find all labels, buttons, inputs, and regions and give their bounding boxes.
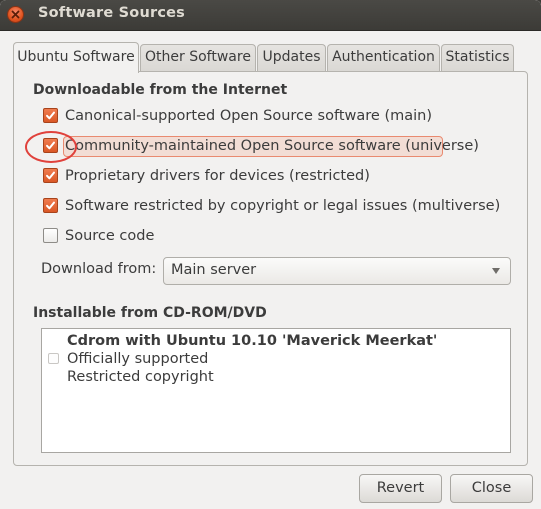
download-from-dropdown[interactable]: Main server <box>163 257 511 285</box>
window-title: Software Sources <box>38 5 185 21</box>
downloadable-heading: Downloadable from the Internet <box>33 82 288 98</box>
source-code-label: Source code <box>65 228 155 244</box>
tab-authentication[interactable]: Authentication <box>327 44 440 71</box>
cdrom-entry-copyright: Restricted copyright <box>67 369 214 385</box>
download-from-label: Download from: <box>41 261 157 277</box>
tab-other-software[interactable]: Other Software <box>140 44 256 71</box>
revert-button[interactable]: Revert <box>359 474 442 503</box>
software-sources-window: Software Sources Ubuntu Software Other S… <box>0 0 541 509</box>
chevron-down-icon <box>492 268 500 274</box>
cdrom-entry-support: Officially supported <box>67 351 209 367</box>
cdrom-heading: Installable from CD-ROM/DVD <box>33 305 267 321</box>
source-restricted-checkbox[interactable] <box>43 168 58 183</box>
source-code-checkbox[interactable] <box>43 228 58 243</box>
check-icon <box>46 201 55 210</box>
download-from-value: Main server <box>171 262 257 278</box>
close-button[interactable]: Close <box>450 474 533 503</box>
source-universe-label: Community-maintained Open Source softwar… <box>65 138 479 154</box>
tab-statistics[interactable]: Statistics <box>441 44 514 71</box>
source-main-checkbox[interactable] <box>43 108 58 123</box>
cdrom-list[interactable]: Cdrom with Ubuntu 10.10 'Maverick Meerka… <box>41 328 511 453</box>
cdrom-entry-title: Cdrom with Ubuntu 10.10 'Maverick Meerka… <box>67 333 438 349</box>
tab-ubuntu-software[interactable]: Ubuntu Software <box>13 42 139 73</box>
check-icon <box>46 171 55 180</box>
title-bar: Software Sources <box>0 0 541 31</box>
annotation-circle <box>25 131 77 163</box>
tab-updates[interactable]: Updates <box>257 44 326 71</box>
source-multiverse-label: Software restricted by copyright or lega… <box>65 198 501 214</box>
source-main-label: Canonical-supported Open Source software… <box>65 108 432 124</box>
close-icon <box>11 10 20 19</box>
source-restricted-label: Proprietary drivers for devices (restric… <box>65 168 370 184</box>
window-close-button[interactable] <box>7 6 24 23</box>
source-multiverse-checkbox[interactable] <box>43 198 58 213</box>
cdrom-entry-checkbox[interactable] <box>48 353 59 364</box>
check-icon <box>46 111 55 120</box>
